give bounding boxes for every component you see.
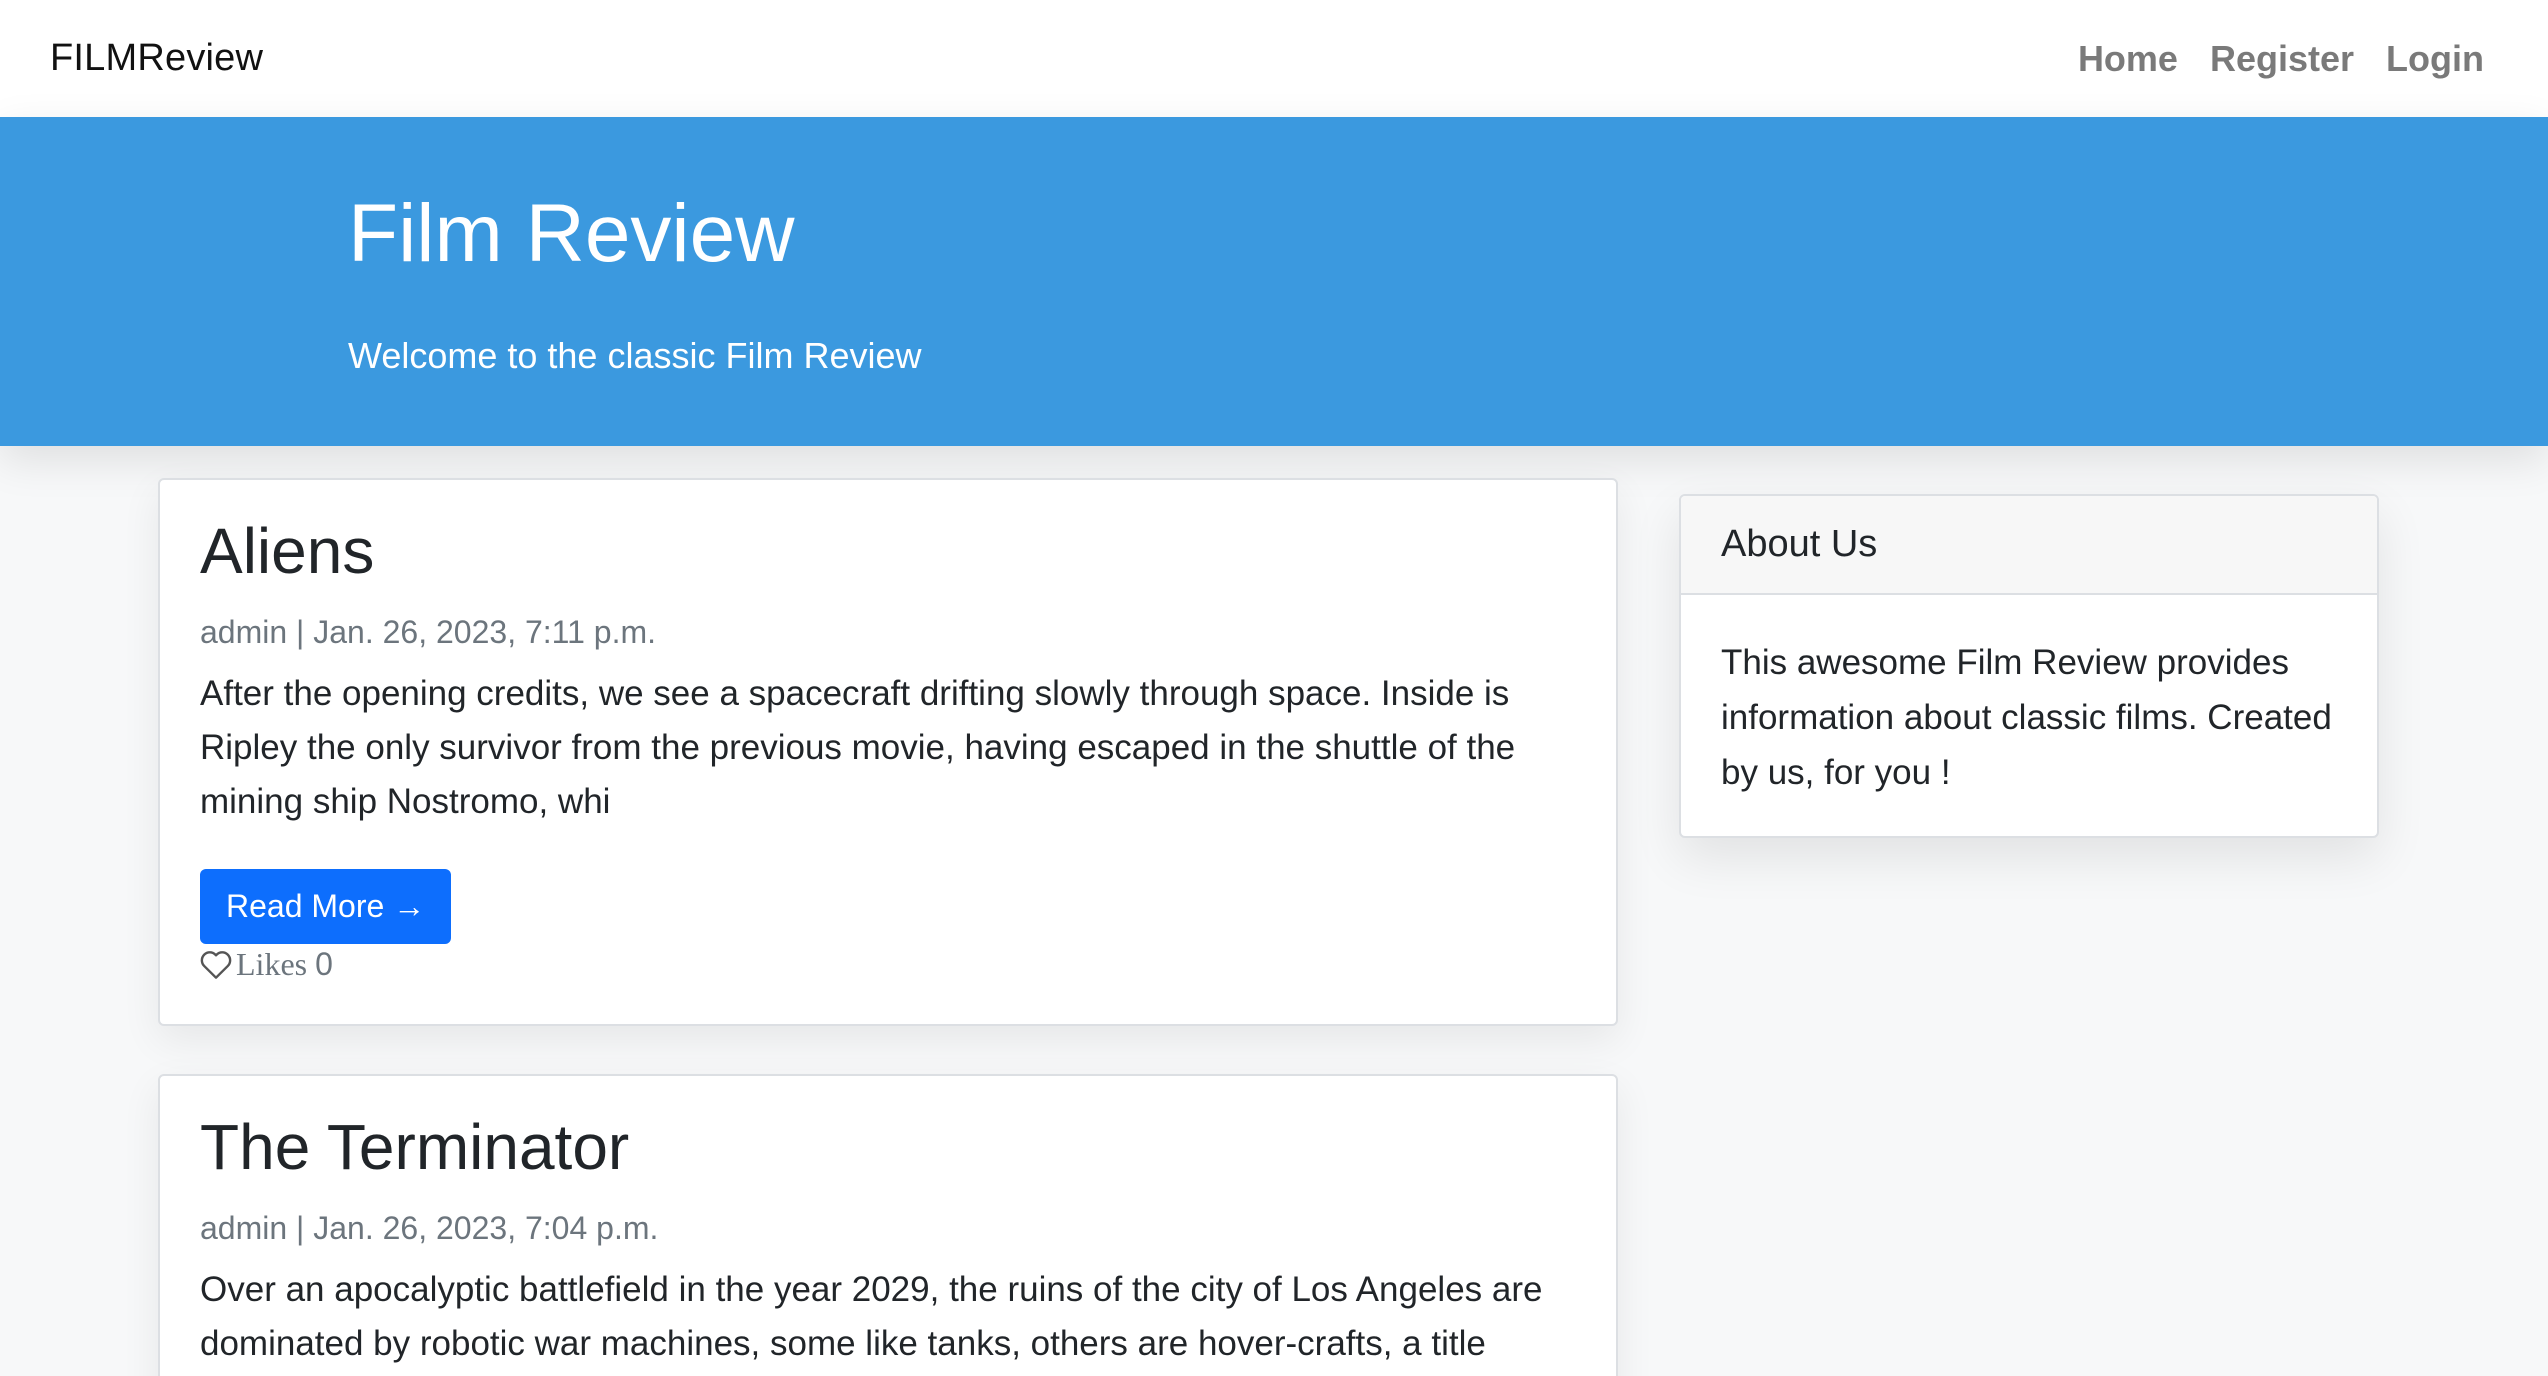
likes-label: Likes	[236, 946, 308, 983]
post-card-aliens: Aliens admin | Jan. 26, 2023, 7:11 p.m. …	[158, 478, 1618, 1026]
navbar: FILMReview Home Register Login	[0, 0, 2548, 117]
about-us-text: This awesome Film Review provides inform…	[1721, 643, 2332, 792]
nav-link-register[interactable]: Register	[2194, 38, 2370, 80]
read-more-button[interactable]: Read More →	[200, 869, 452, 945]
post-excerpt: After the opening credits, we see a spac…	[200, 674, 1516, 822]
hero-subtitle: Welcome to the classic Film Review	[348, 335, 922, 376]
post-title[interactable]: The Terminator	[200, 1112, 1576, 1183]
post-excerpt: Over an apocalyptic battlefield in the y…	[200, 1270, 1543, 1364]
about-us-card: About Us This awesome Film Review provid…	[1679, 494, 2379, 838]
post-meta: admin | Jan. 26, 2023, 7:11 p.m.	[200, 614, 656, 651]
hero-title: Film Review	[348, 188, 795, 279]
heart-outline-icon[interactable]	[200, 950, 232, 980]
hero-banner: Film Review Welcome to the classic Film …	[0, 117, 2548, 446]
nav-link-home[interactable]: Home	[2062, 38, 2194, 80]
nav-links: Home Register Login	[2062, 38, 2500, 80]
nav-link-login[interactable]: Login	[2370, 38, 2500, 80]
post-meta: admin | Jan. 26, 2023, 7:04 p.m.	[200, 1210, 659, 1247]
likes-widget: Likes 0	[200, 946, 1576, 983]
read-more-label: Read More →	[226, 888, 426, 925]
brand-logo[interactable]: FILMReview	[50, 37, 263, 80]
about-us-title: About Us	[1681, 496, 2377, 595]
post-title[interactable]: Aliens	[200, 516, 1576, 587]
likes-count: 0	[315, 946, 333, 983]
post-card-terminator: The Terminator admin | Jan. 26, 2023, 7:…	[158, 1074, 1618, 1376]
